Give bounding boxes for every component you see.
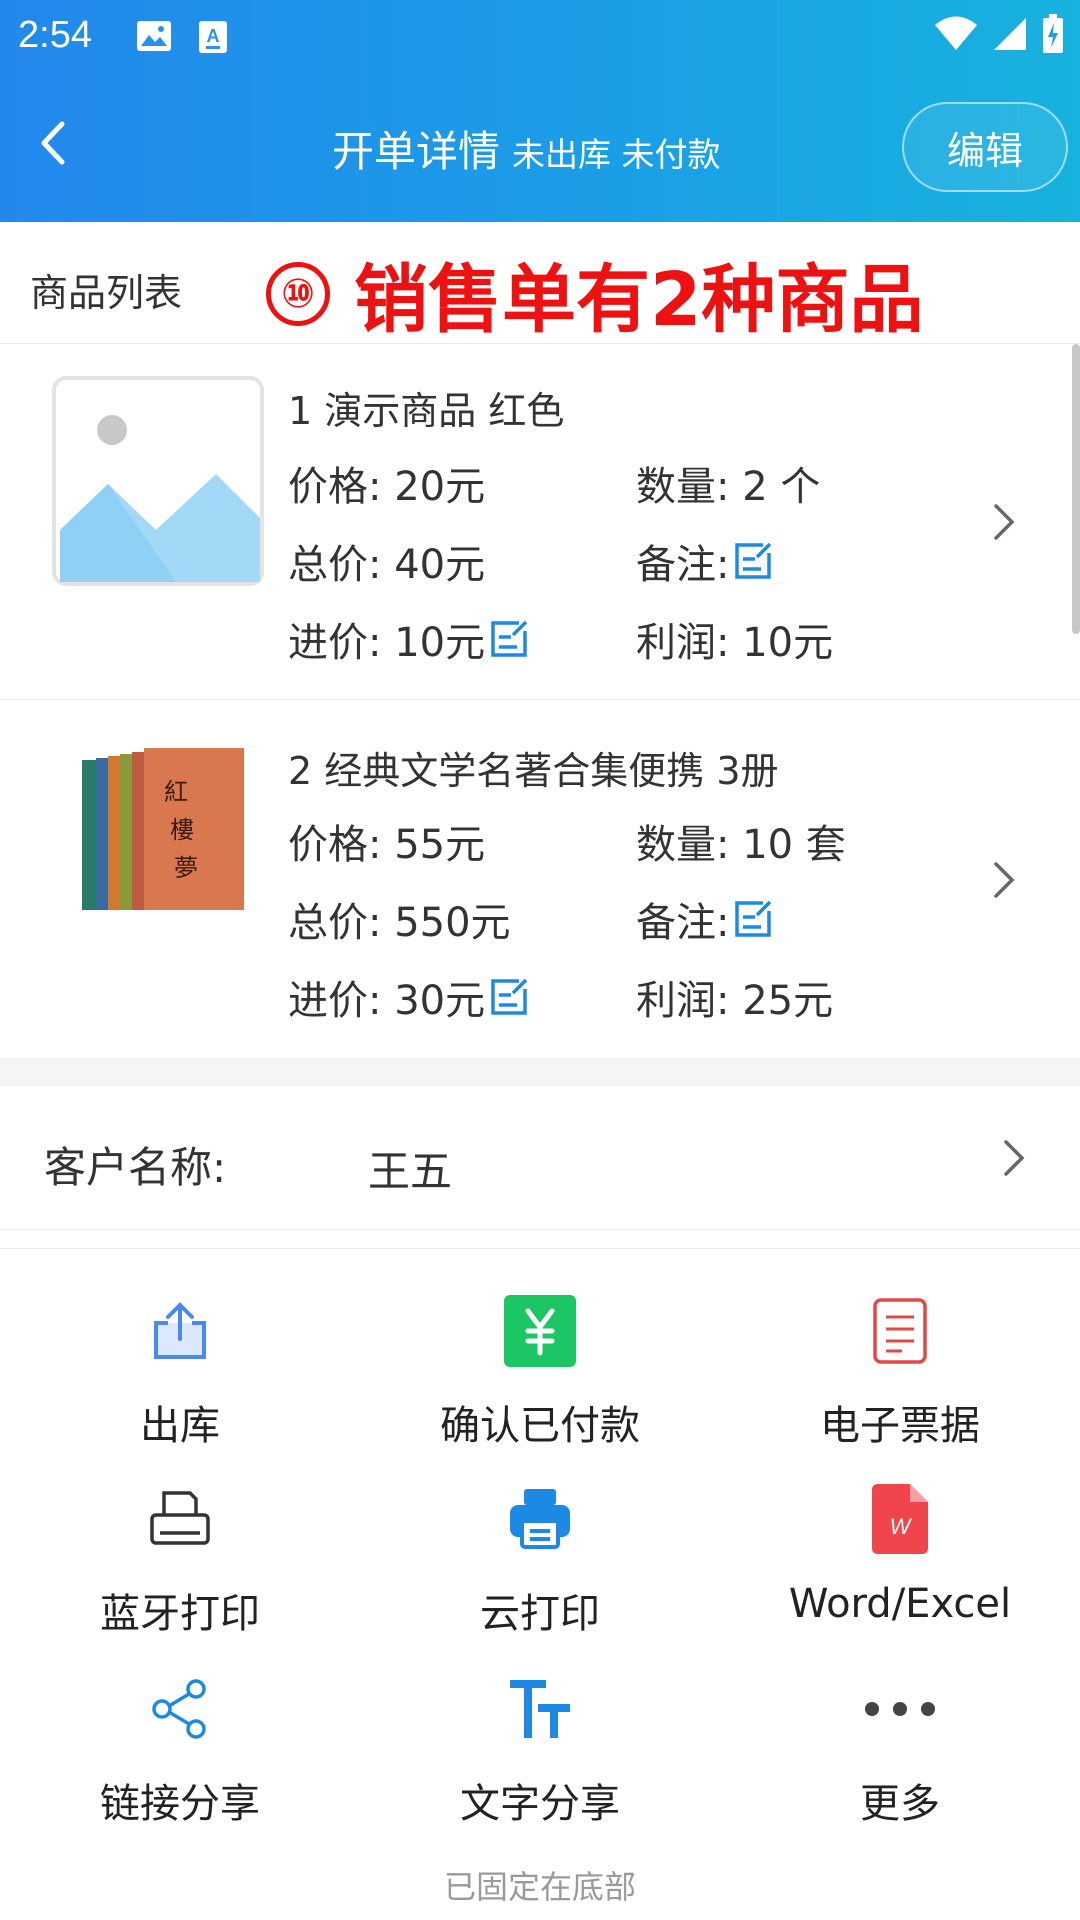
product-note[interactable]: 备注:: [636, 532, 773, 590]
action-label: Word/Excel: [788, 1581, 1012, 1627]
link-share-button[interactable]: 链接分享: [0, 1669, 360, 1849]
annotation: ⑩ 销售单有2种商品: [266, 240, 924, 347]
action-label: 文字分享: [460, 1781, 620, 1827]
product-cost-label: 进价: 10元: [288, 620, 486, 666]
pinned-bottom-note: 已固定在底部: [443, 1868, 636, 1906]
receipt-icon: [860, 1291, 940, 1371]
product-item[interactable]: 紅 樓 夢 2 经典文学名著合集便携 3册 价格: 55元 数量: 10 套 总…: [0, 700, 1080, 1058]
product-list-title: 商品列表: [30, 271, 183, 315]
chevron-right-icon: [994, 504, 1015, 540]
nav-bar: 开单详情 未出库 未付款 编辑: [0, 90, 1080, 200]
action-label: 出库: [140, 1403, 220, 1449]
action-label: 确认已付款: [440, 1403, 640, 1449]
share-icon: [140, 1669, 220, 1749]
product-total: 总价: 550元: [288, 900, 511, 946]
annotation-text: 销售单有2种商品: [354, 257, 924, 343]
action-label: 蓝牙打印: [100, 1591, 260, 1637]
product-list-header: 商品列表 ⑩ 销售单有2种商品: [0, 222, 1080, 344]
svg-text:樓: 樓: [170, 816, 194, 844]
edit-note-icon: [735, 900, 772, 937]
bluetooth-print-button[interactable]: 蓝牙打印: [0, 1479, 360, 1659]
product-quantity: 数量: 2 个: [636, 464, 821, 510]
text-icon: [500, 1669, 580, 1749]
svg-text:W: W: [890, 1514, 913, 1539]
e-receipt-button[interactable]: 电子票据: [720, 1291, 1080, 1471]
action-grid: 出库 确认已付款 电子票据 蓝牙打印 云打印 W Word/Excel 链接分享…: [0, 1248, 1080, 1827]
edit-note-icon: [735, 542, 772, 579]
battery-icon: [1042, 14, 1064, 58]
divider: [0, 1058, 1080, 1086]
order-status: 未出库 未付款: [512, 135, 721, 174]
svg-text:紅: 紅: [164, 778, 188, 806]
printer-outline-icon: [140, 1479, 220, 1559]
customer-label: 客户名称:: [44, 1143, 227, 1192]
product-note[interactable]: 备注:: [636, 890, 773, 948]
printer-filled-icon: [500, 1479, 580, 1559]
scrollbar[interactable]: [1072, 344, 1080, 634]
edit-cost-icon: [491, 620, 528, 657]
page-title: 开单详情 未出库 未付款: [332, 118, 721, 179]
product-cost[interactable]: 进价: 30元: [288, 968, 529, 1026]
status-bar: 2:54 A: [0, 0, 1080, 76]
text-share-button[interactable]: 文字分享: [360, 1669, 720, 1849]
ship-out-button[interactable]: 出库: [0, 1291, 360, 1471]
customer-row[interactable]: 客户名称: 王五: [0, 1086, 1080, 1230]
more-button[interactable]: 更多: [720, 1669, 1080, 1849]
wifi-icon: [934, 16, 978, 56]
product-price: 价格: 20元: [288, 464, 486, 510]
more-icon: [860, 1669, 940, 1749]
edit-button[interactable]: 编辑: [902, 102, 1068, 192]
product-image-placeholder: [52, 376, 264, 586]
app-notification-icon: A: [198, 20, 228, 58]
action-label: 链接分享: [100, 1781, 260, 1827]
product-note-label: 备注:: [636, 900, 730, 946]
svg-text:A: A: [207, 26, 220, 46]
action-label: 电子票据: [820, 1403, 980, 1449]
product-name: 2 经典文学名著合集便携 3册: [288, 749, 779, 793]
word-excel-button[interactable]: W Word/Excel: [720, 1479, 1080, 1659]
action-label: 云打印: [480, 1591, 600, 1637]
product-price: 价格: 55元: [288, 822, 486, 868]
product-note-label: 备注:: [636, 542, 730, 588]
edit-cost-icon: [491, 978, 528, 1015]
annotation-number: ⑩: [266, 261, 330, 326]
upload-icon: [140, 1291, 220, 1371]
product-quantity: 数量: 10 套: [636, 822, 846, 868]
signal-icon: [992, 16, 1028, 56]
document-file-icon: W: [860, 1479, 940, 1559]
product-image-books: 紅 樓 夢: [52, 740, 264, 950]
action-label: 更多: [860, 1781, 940, 1827]
status-time: 2:54: [18, 14, 92, 56]
product-profit: 利润: 10元: [636, 620, 834, 666]
product-total: 总价: 40元: [288, 542, 486, 588]
yen-payment-icon: [500, 1291, 580, 1371]
product-cost[interactable]: 进价: 10元: [288, 610, 529, 668]
page-title-text: 开单详情: [332, 127, 501, 176]
confirm-paid-button[interactable]: 确认已付款: [360, 1291, 720, 1471]
chevron-left-icon: [41, 121, 65, 165]
chevron-right-icon: [994, 862, 1015, 898]
image-notification-icon: [136, 20, 172, 58]
svg-text:夢: 夢: [174, 854, 198, 882]
app-header: 2:54 A 开单详情 未出库 未付款 编辑: [0, 0, 1080, 222]
product-profit: 利润: 25元: [636, 978, 834, 1024]
back-button[interactable]: [30, 118, 80, 168]
product-cost-label: 进价: 30元: [288, 978, 486, 1024]
cloud-print-button[interactable]: 云打印: [360, 1479, 720, 1659]
customer-name: 王五: [368, 1147, 453, 1196]
product-name: 1 演示商品 红色: [288, 389, 565, 433]
product-item[interactable]: 1 演示商品 红色 价格: 20元 数量: 2 个 总价: 40元 备注: 进价…: [0, 344, 1080, 700]
chevron-right-icon: [1004, 1140, 1025, 1176]
